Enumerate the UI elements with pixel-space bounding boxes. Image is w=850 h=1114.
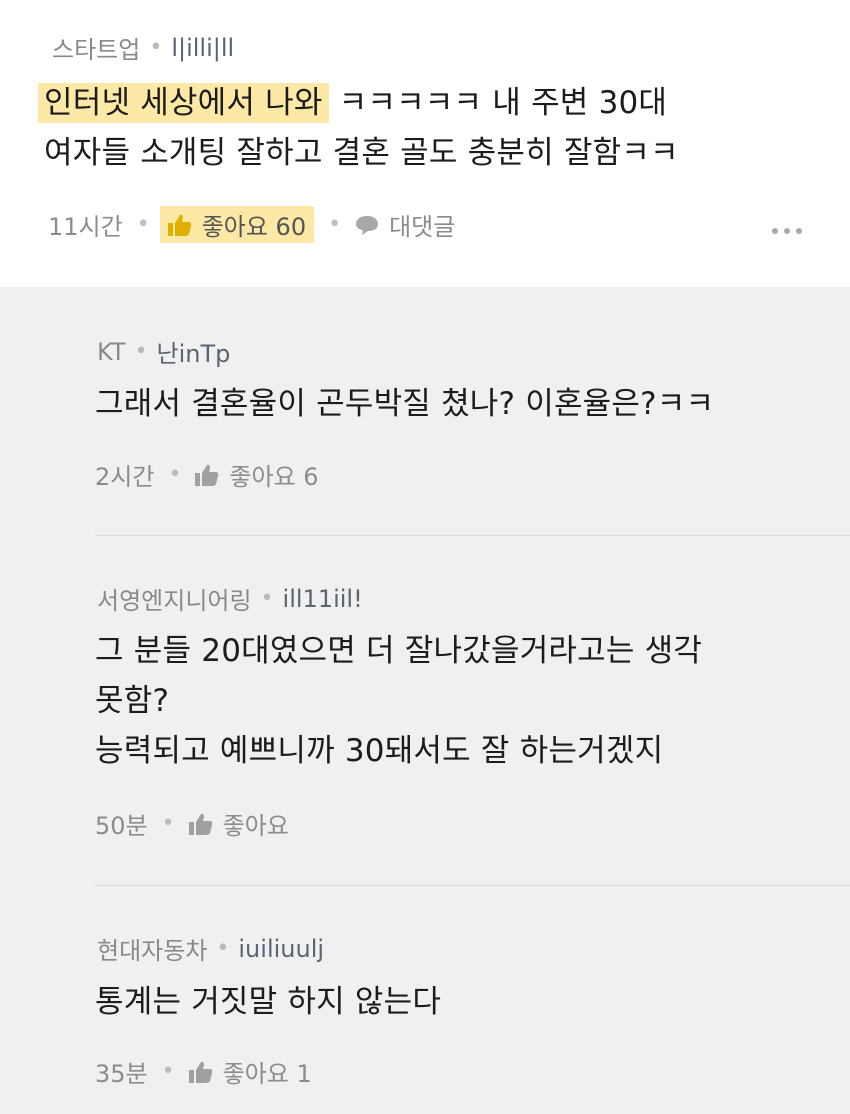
comment-body: 인터넷 세상에서 나와 ㅋㅋㅋㅋㅋ 내 주변 30대 여자들 소개팅 잘하고 결… [38, 78, 679, 178]
author-company: 현대자동차 [97, 937, 208, 965]
main-comment: 스타트업 • l|illi|ll 인터넷 세상에서 나와 ㅋㅋㅋㅋㅋ 내 주변 … [0, 0, 850, 287]
reply-time: 50분 [95, 812, 148, 840]
reply-label: 대댓글 [389, 213, 456, 241]
like-count: 좋아요 1 [222, 1060, 312, 1088]
reply-actions: 35분 • 좋아요 1 [95, 1054, 312, 1089]
like-button[interactable]: 좋아요 [188, 806, 289, 841]
comment-time: 11시간 [48, 213, 123, 241]
comment-line-2: 여자들 소개팅 잘하고 결혼 골도 충분히 잘함ㅋㅋ [44, 135, 679, 171]
reply-list: KT • 난inTp 그래서 결혼율이 곤두박질 쳤나? 이혼율은?ㅋㅋ 2시간… [0, 287, 850, 1114]
more-options-icon[interactable] [772, 228, 802, 234]
reply-actions: 2시간 • 좋아요 6 [95, 457, 319, 492]
thumbs-up-icon [188, 1061, 212, 1083]
author-company: KT [97, 337, 126, 366]
like-count: 좋아요 60 [201, 213, 307, 241]
author-company: 서영엔지니어링 [97, 587, 252, 615]
author-nickname[interactable]: iuiliuulj [238, 935, 324, 963]
reply-author: KT • 난inTp [97, 334, 230, 369]
comment-author: 스타트업 • l|illi|ll [52, 30, 234, 65]
thumbs-up-icon [188, 813, 212, 835]
highlighted-text: 인터넷 세상에서 나와 [38, 83, 329, 123]
author-nickname[interactable]: 난inTp [157, 334, 231, 369]
comment-actions: 11시간 • 좋아요 60 • 대댓글 [48, 206, 455, 243]
like-count: 좋아요 6 [229, 463, 319, 491]
reply-button[interactable]: 대댓글 [355, 207, 455, 242]
reply-actions: 50분 • 좋아요 [95, 806, 289, 841]
reply-time: 35분 [95, 1060, 148, 1088]
reply-author: 현대자동차 • iuiliuulj [97, 931, 324, 966]
reply-author: 서영엔지니어링 • ill11iil! [97, 581, 363, 616]
speech-bubble-icon [356, 215, 379, 235]
comment-line-1: 인터넷 세상에서 나와 ㅋㅋㅋㅋㅋ 내 주변 30대 [38, 78, 679, 128]
author-nickname[interactable]: l|illi|ll [171, 34, 234, 62]
separator-dot: • [149, 35, 163, 60]
divider [95, 885, 850, 886]
like-button[interactable]: 좋아요 60 [159, 206, 315, 243]
like-button[interactable]: 좋아요 1 [188, 1054, 312, 1089]
like-button[interactable]: 좋아요 6 [195, 457, 319, 492]
reply-time: 2시간 [95, 463, 155, 491]
author-nickname[interactable]: ill11iil! [283, 585, 363, 613]
reply-body: 그래서 결혼율이 곤두박질 쳤나? 이혼율은?ㅋㅋ [95, 386, 715, 422]
author-company: 스타트업 [52, 36, 141, 64]
thumbs-up-icon [195, 464, 219, 486]
reply-body: 통계는 거짓말 하지 않는다 [95, 984, 442, 1020]
reply-body: 그 분들 20대였으면 더 잘나갔을거라고는 생각 못함? 능력되고 예쁘니까 … [95, 633, 703, 769]
thumbs-up-icon [167, 214, 191, 236]
divider [95, 535, 850, 536]
like-count: 좋아요 [222, 812, 289, 840]
